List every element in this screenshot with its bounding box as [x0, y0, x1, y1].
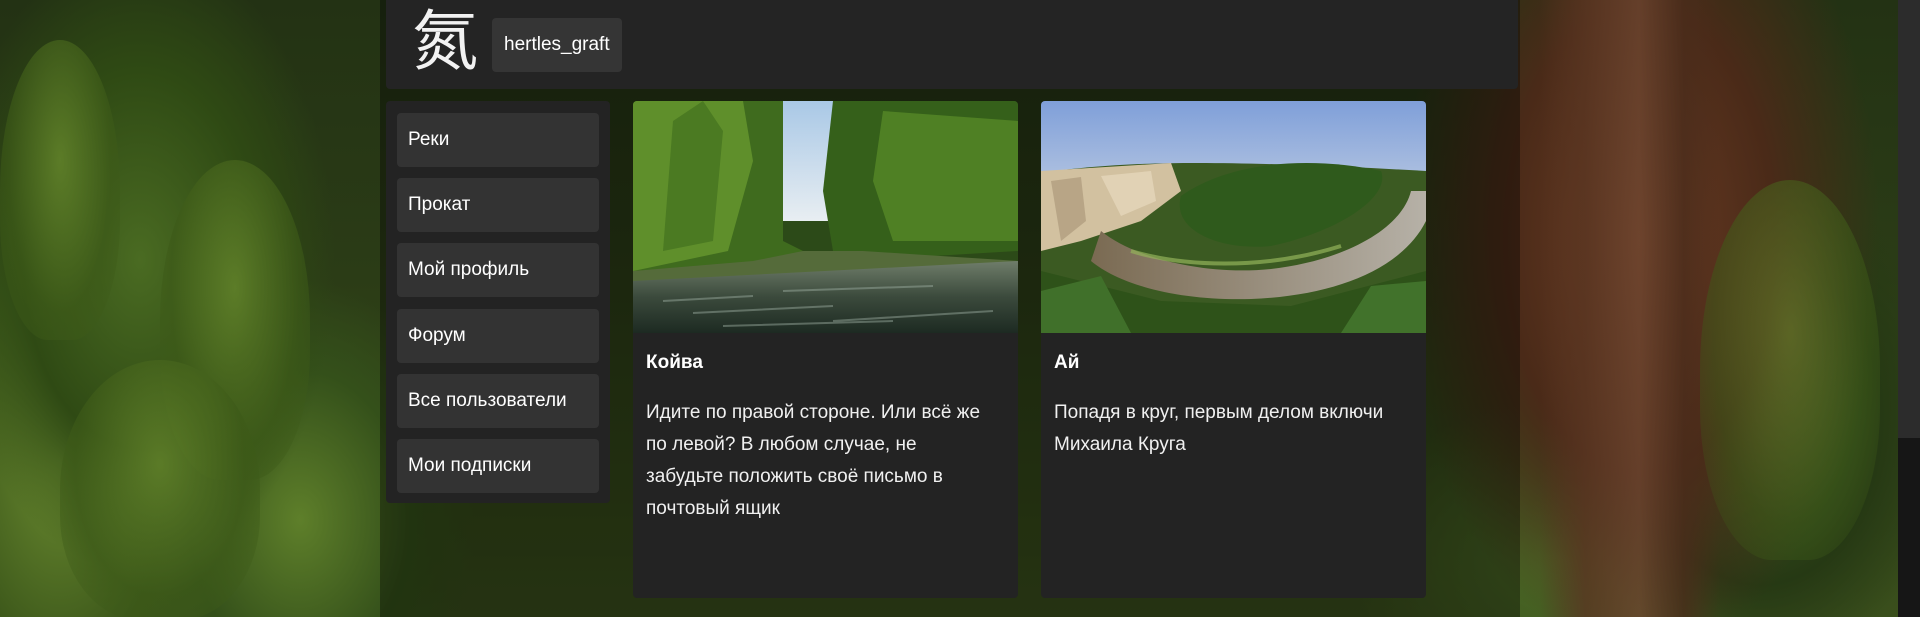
scrollbar-thumb[interactable] — [1898, 0, 1920, 438]
site-logo[interactable]: 氮 — [410, 4, 480, 80]
river-card[interactable]: Ай Попадя в круг, первым делом включи Ми… — [1041, 101, 1426, 598]
background-tree — [0, 40, 120, 340]
username-button[interactable]: hertles_graft — [492, 18, 622, 72]
background-tree — [60, 360, 260, 617]
card-description: Попадя в круг, первым делом включи Михаи… — [1054, 402, 1384, 455]
river-card[interactable]: Койва Идите по правой стороне. Или всё ж… — [633, 101, 1018, 598]
background-tree — [1700, 180, 1880, 560]
sidebar-item-my-profile[interactable]: Мой профиль — [397, 243, 599, 297]
page-scrollbar[interactable] — [1898, 0, 1920, 617]
sidebar-item-subscriptions[interactable]: Мои подписки — [397, 439, 599, 493]
card-title: Ай — [1054, 352, 1080, 373]
top-header: 氮 hertles_graft — [386, 0, 1518, 89]
sidebar-item-all-users[interactable]: Все пользователи — [397, 374, 599, 428]
river-forest-photo[interactable] — [633, 101, 1018, 333]
sidebar-item-rivers[interactable]: Реки — [397, 113, 599, 167]
card-description: Идите по правой стороне. Или всё же по л… — [646, 402, 981, 519]
page: 氮 hertles_graft Реки Прокат Мой профиль … — [0, 0, 1920, 617]
sidebar-item-forum[interactable]: Форум — [397, 309, 599, 363]
card-title: Койва — [646, 352, 703, 373]
background-rock — [1540, 0, 1720, 617]
sidebar-item-rental[interactable]: Прокат — [397, 178, 599, 232]
sidebar-nav: Реки Прокат Мой профиль Форум Все пользо… — [386, 101, 610, 503]
river-bend-cliffs-photo[interactable] — [1041, 101, 1426, 333]
